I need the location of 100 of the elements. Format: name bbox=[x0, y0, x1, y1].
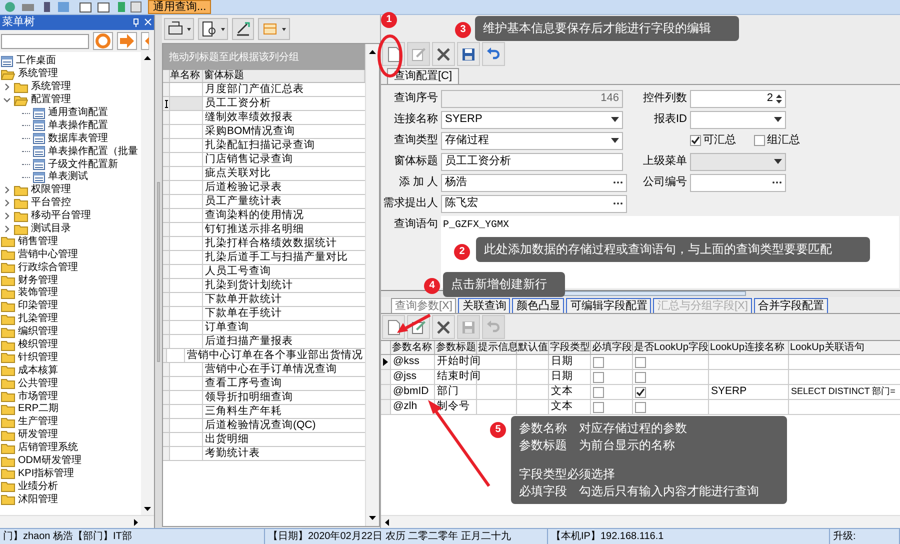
checkbox[interactable] bbox=[593, 386, 604, 398]
scroll-right-icon[interactable] bbox=[134, 518, 138, 526]
table-cell[interactable]: 员工产量统计表 bbox=[203, 195, 365, 208]
tree-item[interactable]: 沭阳管理 bbox=[18, 494, 58, 506]
column-header[interactable]: LookUp关联语句 bbox=[789, 341, 900, 354]
print-icon[interactable] bbox=[164, 18, 194, 40]
tree-item[interactable]: 系统管理 bbox=[18, 68, 58, 80]
table-cell[interactable]: 扎染到货计划统计 bbox=[203, 279, 365, 292]
spinner-icon[interactable] bbox=[776, 94, 782, 104]
column-header[interactable]: LookUp连接名称 bbox=[709, 341, 789, 354]
table-cell[interactable]: 月度部门产值汇总表 bbox=[203, 83, 365, 96]
column-header[interactable]: 参数标题 bbox=[435, 341, 477, 354]
checkbox[interactable] bbox=[635, 386, 646, 398]
tree-item[interactable]: 研发管理 bbox=[18, 429, 58, 442]
ellipsis-icon[interactable] bbox=[613, 202, 623, 205]
tree-item[interactable]: 单表操作配置 bbox=[48, 120, 108, 132]
tab[interactable]: 查询参数[X] bbox=[391, 298, 456, 313]
tree-item[interactable]: 业绩分析 bbox=[18, 480, 58, 493]
checkbox[interactable] bbox=[593, 402, 604, 412]
toolbar-button[interactable] bbox=[482, 42, 505, 66]
row-indicator[interactable] bbox=[381, 355, 391, 369]
table-cell[interactable]: 疵点关联对比 bbox=[203, 167, 365, 180]
tree-item[interactable]: 梭织管理 bbox=[18, 339, 58, 352]
search-field[interactable] bbox=[1, 34, 89, 48]
dropdown-caret-icon[interactable] bbox=[774, 117, 782, 122]
table-cell[interactable]: 查询染料的使用情况 bbox=[203, 209, 365, 222]
tree-item[interactable]: 工作桌面 bbox=[16, 55, 56, 68]
table-cell[interactable]: 三角料生产年耗 bbox=[203, 405, 365, 418]
tree-item[interactable]: ODM研发管理 bbox=[18, 455, 82, 468]
column-header[interactable]: 单名称 bbox=[170, 70, 203, 82]
tree-item[interactable]: 成本核算 bbox=[18, 364, 58, 377]
checkbox[interactable] bbox=[690, 135, 701, 146]
table-cell[interactable]: 后道检验情况查询(QC) bbox=[203, 419, 365, 432]
tree-item[interactable]: 财务管理 bbox=[18, 274, 58, 287]
checkbox[interactable] bbox=[635, 402, 646, 412]
tab[interactable]: 可编辑字段配置 bbox=[566, 298, 652, 313]
lookup-field[interactable]: 陈飞宏 bbox=[441, 194, 627, 212]
tab-button[interactable]: 通用查询... bbox=[148, 0, 212, 14]
column-header[interactable]: 是否LookUp字段 bbox=[633, 341, 709, 354]
scrollbar[interactable] bbox=[381, 515, 900, 528]
table-cell[interactable]: 营销中心在手订单情况查询 bbox=[203, 363, 365, 376]
tab[interactable]: 颜色凸显 bbox=[512, 298, 564, 313]
table-cell[interactable]: 人员工号查询 bbox=[203, 265, 365, 278]
chevron-right-icon[interactable] bbox=[3, 212, 11, 220]
tree-item[interactable]: 生产管理 bbox=[18, 416, 58, 428]
input-field[interactable]: 员工工资分析 bbox=[441, 152, 623, 170]
scrollbar[interactable] bbox=[365, 44, 379, 526]
toolbar-button[interactable] bbox=[432, 42, 455, 66]
tree-item[interactable]: 平台管控 bbox=[31, 197, 71, 210]
number-field[interactable]: 2 bbox=[690, 90, 786, 108]
tree-item[interactable]: 通用查询配置 bbox=[48, 107, 108, 119]
lookup-field[interactable] bbox=[690, 174, 786, 192]
export-icon[interactable] bbox=[232, 18, 254, 40]
tree-item[interactable]: KPI指标管理 bbox=[18, 468, 74, 480]
table-cell[interactable]: 查看工序号查询 bbox=[203, 377, 365, 390]
table-cell[interactable]: 后道检验记录表 bbox=[203, 181, 365, 194]
scrollbar[interactable] bbox=[0, 515, 154, 528]
lookup-field[interactable]: 杨浩 bbox=[441, 174, 627, 192]
table-cell[interactable]: 下款单在手统计 bbox=[203, 307, 365, 320]
table-cell[interactable]: 考勤统计表 bbox=[203, 447, 365, 460]
table-cell[interactable]: 后道扫描产量报表 bbox=[203, 335, 365, 348]
tree-item[interactable]: 印染管理 bbox=[18, 300, 58, 312]
pin-icon[interactable] bbox=[132, 18, 152, 27]
tree-item[interactable]: 销售管理 bbox=[18, 236, 58, 248]
preview-icon[interactable] bbox=[198, 18, 228, 40]
input-field[interactable]: 146 bbox=[441, 90, 623, 108]
checkbox[interactable] bbox=[635, 356, 646, 368]
tree-item[interactable]: 系统管理 bbox=[31, 81, 71, 94]
tree-item[interactable]: 市场管理 bbox=[18, 390, 58, 403]
tree-item[interactable]: 装饰管理 bbox=[18, 287, 58, 300]
column-header[interactable]: 字段类型 bbox=[549, 341, 591, 354]
toolbar-icons-drawing[interactable] bbox=[4, 1, 142, 13]
arrow-left-icon[interactable] bbox=[141, 32, 149, 50]
row-indicator[interactable] bbox=[163, 97, 170, 110]
tree-item[interactable]: 单表测试 bbox=[48, 171, 88, 184]
toolbar-button[interactable] bbox=[457, 42, 480, 66]
table-cell[interactable]: 缝制效率绩效报表 bbox=[203, 111, 365, 124]
tree-item[interactable]: 营销中心管理 bbox=[18, 248, 78, 261]
dropdown[interactable]: SYERP bbox=[441, 110, 623, 128]
table-cell[interactable]: 出货明细 bbox=[203, 433, 365, 446]
tree-item[interactable]: 测试目录 bbox=[31, 223, 71, 236]
checkbox[interactable] bbox=[635, 372, 646, 382]
scroll-down-icon[interactable] bbox=[369, 516, 376, 520]
dropdown[interactable]: 存储过程 bbox=[441, 132, 623, 150]
table-cell[interactable]: 下款单开款统计 bbox=[203, 293, 365, 306]
tree-item[interactable]: ERP二期 bbox=[18, 403, 59, 416]
splitter-handle[interactable] bbox=[157, 182, 160, 362]
chevron-right-icon[interactable] bbox=[3, 186, 11, 194]
table-cell[interactable]: 营销中心订单在各个事业部出货情况 bbox=[185, 349, 365, 362]
column-header[interactable]: 必填字段 bbox=[591, 341, 633, 354]
tree-item[interactable]: 权限管理 bbox=[31, 184, 71, 196]
checkbox[interactable] bbox=[593, 372, 604, 382]
table-cell[interactable]: 扎染配缸扫描记录查询 bbox=[203, 139, 365, 152]
chevron-right-icon[interactable] bbox=[3, 199, 11, 208]
table-cell[interactable]: 员工工资分析 bbox=[203, 97, 365, 110]
tree-item[interactable]: 公共管理 bbox=[18, 378, 58, 390]
table-cell[interactable]: 采购BOM情况查询 bbox=[203, 125, 365, 138]
column-header[interactable]: 提示信息 bbox=[477, 341, 517, 354]
scroll-left-icon[interactable] bbox=[385, 518, 389, 526]
arrow-right-icon[interactable] bbox=[117, 32, 137, 50]
